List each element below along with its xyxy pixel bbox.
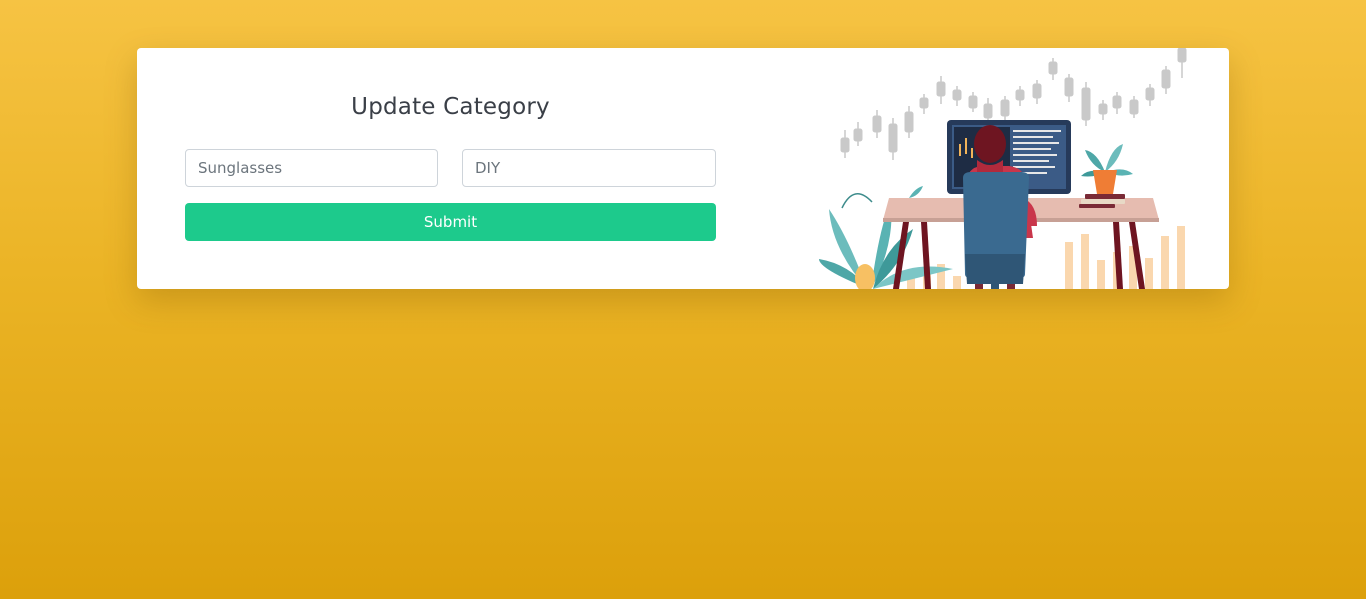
update-category-card: Update Category Submit	[137, 48, 1229, 289]
submit-button[interactable]: Submit	[185, 203, 716, 241]
category-name-input[interactable]	[185, 149, 438, 187]
update-category-form: Update Category Submit	[185, 48, 716, 289]
page-title: Update Category	[351, 94, 550, 120]
person-at-desk-illustration	[819, 48, 1187, 289]
chair-icon	[963, 172, 1029, 289]
desk-plant-icon	[1079, 144, 1133, 208]
category-description-input[interactable]	[462, 149, 716, 187]
